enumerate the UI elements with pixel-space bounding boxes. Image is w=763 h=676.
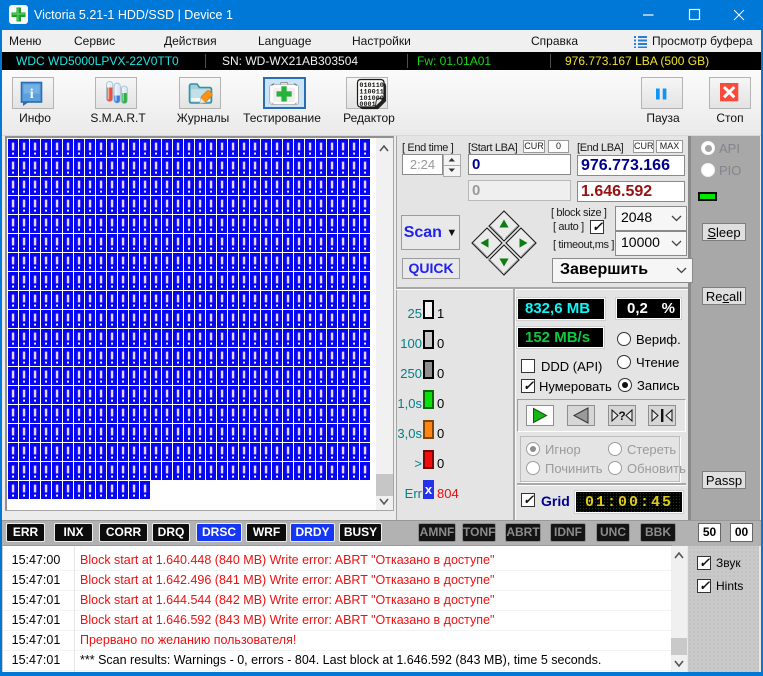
svg-text:?: ? (618, 409, 625, 423)
svg-text:0001: 0001 (359, 101, 375, 109)
svg-text:i: i (30, 87, 34, 102)
